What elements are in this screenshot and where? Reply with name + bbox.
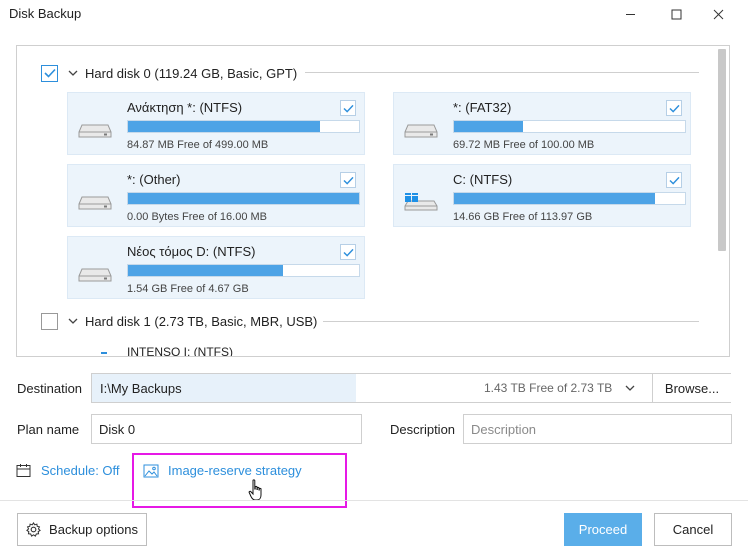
backup-options-label: Backup options (49, 522, 138, 537)
partition-name: *: (FAT32) (453, 100, 512, 115)
usage-bar-fill (128, 193, 359, 204)
partition-card-other[interactable]: *: (Other) 0.00 Bytes Free of 16.00 MB (67, 164, 365, 227)
title-bar: Disk Backup (0, 0, 748, 28)
destination-free-space: 1.43 TB Free of 2.73 TB (484, 381, 613, 395)
checkmark-icon (668, 104, 680, 113)
partition-name: Ανάκτηση *: (NTFS) (127, 100, 243, 115)
usage-bar (453, 192, 686, 205)
disk-header-1[interactable]: Hard disk 1 (2.73 TB, Basic, MBR, USB) (41, 312, 317, 330)
partition-checkbox[interactable] (666, 172, 682, 188)
windows-drive-icon (404, 193, 438, 211)
plan-name-input[interactable] (91, 414, 362, 444)
plan-name-label: Plan name (17, 422, 80, 437)
disk-label: Hard disk 0 (119.24 GB, Basic, GPT) (85, 65, 298, 81)
partition-free-space: 69.72 MB Free of 100.00 MB (453, 139, 595, 151)
checkmark-icon (342, 176, 354, 185)
minimize-button[interactable] (620, 4, 640, 24)
usage-bar-fill (128, 121, 320, 132)
chevron-down-icon[interactable] (622, 380, 638, 396)
partition-name: *: (Other) (127, 172, 181, 187)
partition-name: C: (NTFS) (453, 172, 513, 187)
partition-bar-fragment (101, 352, 107, 354)
window-title: Disk Backup (9, 6, 82, 21)
disk-list-panel[interactable]: Hard disk 0 (119.24 GB, Basic, GPT) Ανάκ… (16, 45, 730, 357)
drive-icon (78, 124, 112, 138)
destination-field[interactable]: I:\My Backups 1.43 TB Free of 2.73 TB Br… (91, 373, 731, 403)
partition-checkbox[interactable] (340, 172, 356, 188)
usage-bar (453, 120, 686, 133)
partition-card-fat32[interactable]: *: (FAT32) 69.72 MB Free of 100.00 MB (393, 92, 691, 155)
usage-bar-fill (128, 265, 283, 276)
usage-bar-fill (454, 121, 524, 132)
disk-0-checkbox[interactable] (41, 64, 58, 82)
usage-bar (127, 264, 360, 277)
disk-1-checkbox[interactable] (41, 312, 58, 330)
usage-bar (127, 120, 360, 133)
calendar-icon (16, 464, 31, 477)
drive-icon (404, 124, 438, 138)
partition-card-recovery[interactable]: Ανάκτηση *: (NTFS) 84.87 MB Free of 499.… (67, 92, 365, 155)
footer-divider (0, 500, 748, 501)
drive-icon (78, 268, 112, 282)
scrollbar[interactable] (716, 46, 728, 356)
partition-card-c[interactable]: C: (NTFS) 14.66 GB Free of 113.97 GB (393, 164, 691, 227)
partition-name: Νέος τόμος D: (NTFS) (127, 244, 256, 259)
partition-checkbox[interactable] (340, 100, 356, 116)
destination-label: Destination (17, 381, 83, 396)
checkmark-icon (668, 176, 680, 185)
maximize-icon (671, 9, 681, 19)
checkmark-icon (342, 248, 354, 257)
divider (305, 72, 699, 73)
divider (323, 321, 699, 322)
proceed-button[interactable]: Proceed (564, 513, 642, 546)
chevron-down-icon[interactable] (68, 316, 78, 326)
checkmark-icon (43, 68, 56, 78)
minimize-icon (625, 13, 635, 15)
close-button[interactable] (708, 4, 728, 24)
partition-name: INTENSO I: (NTFS) (127, 345, 233, 357)
partition-free-space: 84.87 MB Free of 499.00 MB (127, 139, 269, 151)
schedule-label: Schedule: Off (41, 463, 120, 478)
disk-header-0[interactable]: Hard disk 0 (119.24 GB, Basic, GPT) (41, 64, 297, 82)
usage-bar-fill (454, 193, 655, 204)
drive-icon (78, 196, 112, 210)
destination-path: I:\My Backups (100, 381, 182, 396)
close-icon (713, 9, 723, 19)
description-input[interactable] (463, 414, 732, 444)
partition-checkbox[interactable] (666, 100, 682, 116)
browse-button[interactable]: Browse... (652, 374, 731, 402)
partition-card-d[interactable]: Νέος τόμος D: (NTFS) 1.54 GB Free of 4.6… (67, 236, 365, 299)
partition-free-space: 0.00 Bytes Free of 16.00 MB (127, 211, 268, 223)
partition-free-space: 1.54 GB Free of 4.67 GB (127, 283, 249, 295)
description-label: Description (390, 422, 456, 437)
chevron-down-icon[interactable] (68, 68, 78, 78)
partition-free-space: 14.66 GB Free of 113.97 GB (453, 211, 593, 223)
maximize-button[interactable] (666, 4, 686, 24)
backup-options-button[interactable]: Backup options (17, 513, 147, 546)
disk-label: Hard disk 1 (2.73 TB, Basic, MBR, USB) (85, 313, 318, 329)
scrollbar-thumb[interactable] (718, 49, 726, 251)
destination-path-area[interactable]: I:\My Backups (92, 374, 356, 402)
partition-checkbox[interactable] (340, 244, 356, 260)
schedule-link[interactable]: Schedule: Off (16, 463, 120, 478)
cancel-button[interactable]: Cancel (654, 513, 732, 546)
checkmark-icon (342, 104, 354, 113)
gear-icon (26, 522, 41, 537)
usage-bar (127, 192, 360, 205)
